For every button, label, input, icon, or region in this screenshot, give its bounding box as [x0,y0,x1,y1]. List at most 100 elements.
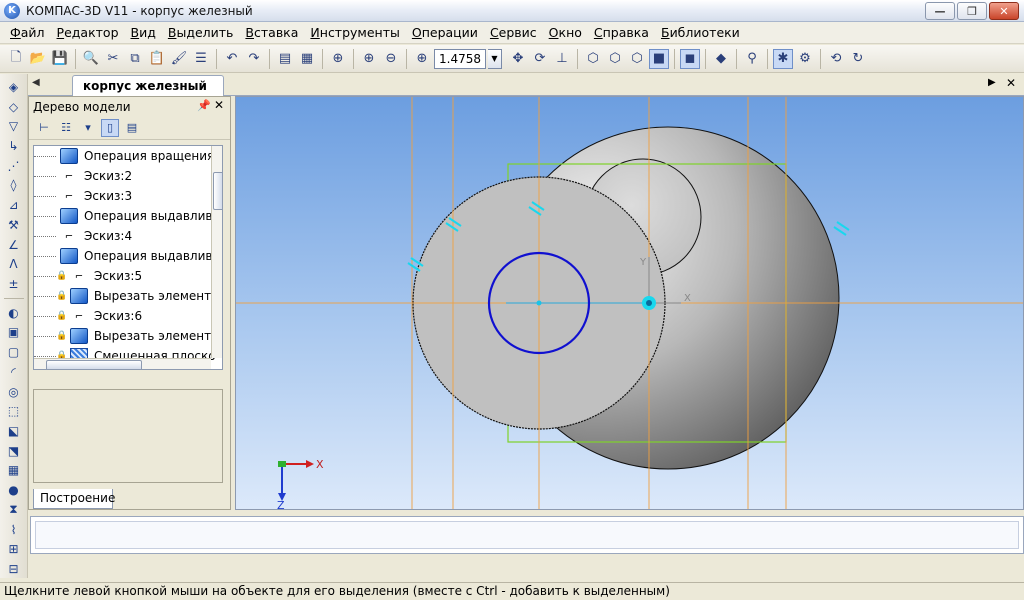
shaded-icon[interactable]: ■ [649,48,669,69]
undo-icon[interactable]: ↶ [222,49,242,69]
tree-hscroll-thumb[interactable] [46,360,142,369]
snap-icon[interactable]: ✱ [773,48,793,69]
paste-icon[interactable]: 📋 [147,49,167,69]
save-icon[interactable]: 💾 [50,49,70,69]
hammer-icon[interactable]: ⚒ [4,216,24,234]
tree-item[interactable]: Операция выдавлива [34,206,222,226]
orientation-icon[interactable]: ⊥ [552,49,572,69]
manager-icon[interactable]: ▤ [275,49,295,69]
zoom-out-icon[interactable]: ⊖ [381,49,401,69]
tree-item[interactable]: ⌐ Эскиз:2 [34,166,222,186]
command-input-area[interactable] [35,521,1019,549]
parametric-icon[interactable]: ± [4,275,24,293]
rebuild-icon[interactable]: ⟲ [826,49,846,69]
print-preview-icon[interactable]: 🔍 [81,49,101,69]
open-icon[interactable]: 📂 [28,49,48,69]
tree-item[interactable]: 🔒 Вырезать элемент в [34,286,222,306]
filter-objects-icon[interactable]: ▽ [4,117,24,135]
format-brush-icon[interactable]: 🖌 [169,49,189,69]
tree-horizontal-scrollbar[interactable] [34,358,211,369]
tree-dropdown-icon[interactable]: ▾ [79,119,97,137]
shell-icon[interactable]: ⬚ [4,402,24,420]
assembly-icon[interactable]: ⊟ [4,560,24,578]
filter-icon[interactable]: ⚲ [742,49,762,69]
tree-item[interactable]: Операция выдавлива [34,246,222,266]
wireframe-icon[interactable]: ⬡ [583,49,603,69]
tree-item[interactable]: 🔒 ⌐ Эскиз:6 [34,306,222,326]
zoom-scale-icon[interactable]: ⊕ [412,49,432,69]
close-tab-icon[interactable]: ✕ [1006,76,1016,90]
points-icon[interactable]: ⋰ [4,157,24,175]
draft-icon[interactable]: ⬕ [4,422,24,440]
menu-insert[interactable]: Вставка [239,23,304,43]
library-manager-icon[interactable]: ▦ [297,49,317,69]
tree-item[interactable]: Операция вращения: [34,146,222,166]
tab-scroll-left-icon[interactable]: ◀ [32,77,40,88]
tree-view-mode-icon[interactable]: ▯ [101,118,119,137]
surfaces-icon[interactable]: ◊ [4,177,24,195]
redo-icon[interactable]: ↷ [244,49,264,69]
mirror-icon[interactable]: ⧗ [4,501,24,519]
menu-window[interactable]: Окно [543,23,588,43]
hole-icon[interactable]: ◎ [4,383,24,401]
cut-extrude-icon[interactable]: ▢ [4,343,24,361]
array-icon[interactable]: ▦ [4,462,24,480]
zoom-window-icon[interactable]: ⊕ [328,49,348,69]
menu-help[interactable]: Справка [588,23,655,43]
constraints-icon[interactable]: ∠ [4,236,24,254]
tree-structure-icon[interactable]: ⊢ [35,119,53,137]
tab-construction[interactable]: Построение [33,489,115,509]
tab-document[interactable]: корпус железный [72,75,224,96]
menu-libraries[interactable]: Библиотеки [655,23,746,43]
tree-scroll-thumb[interactable] [213,172,222,210]
hidden-lines-thin-icon[interactable]: ⬡ [627,49,647,69]
menu-operations[interactable]: Операции [406,23,484,43]
rotation-op-icon[interactable]: ◐ [4,304,24,322]
cut-icon[interactable]: ✂ [103,49,123,69]
pin-icon[interactable]: 📌 [197,99,211,112]
close-window-button[interactable]: ✕ [989,2,1019,20]
properties-icon[interactable]: ☰ [191,49,211,69]
menu-service[interactable]: Сервис [484,23,543,43]
close-panel-icon[interactable]: ✕ [214,98,224,112]
new-document-icon[interactable]: 🗋 [6,49,26,69]
sphere-icon[interactable]: ● [4,481,24,499]
tree-item[interactable]: 🔒 ⌐ Эскиз:5 [34,266,222,286]
menu-file[interactable]: Файл [4,23,51,43]
measure-icon[interactable]: ↳ [4,137,24,155]
tree-props-icon[interactable]: ▤ [123,119,141,137]
tree-order-icon[interactable]: ☷ [57,119,75,137]
tree-item[interactable]: ⌐ Эскиз:4 [34,226,222,246]
hidden-lines-icon[interactable]: ⬡ [605,49,625,69]
thread-icon[interactable]: ⌇ [4,521,24,539]
zoom-dropdown-icon[interactable]: ▼ [488,48,502,69]
fillet-icon[interactable]: ◜ [4,363,24,381]
model-viewport[interactable]: X Y X Z [235,96,1024,510]
minimize-button[interactable]: — [925,2,955,20]
tree-item[interactable]: ⌐ Эскиз:3 [34,186,222,206]
parametrization-icon[interactable]: ⚙ [795,49,815,69]
menu-view[interactable]: Вид [125,23,162,43]
model-scene[interactable]: X Y X Z [236,97,1024,510]
copy-icon[interactable]: ⧉ [125,49,145,69]
maximize-button[interactable]: ❐ [957,2,987,20]
rib-icon[interactable]: ⬔ [4,442,24,460]
insert-component-icon[interactable]: ⊞ [4,540,24,558]
tab-scroll-right-icon[interactable]: ▶ [988,77,996,88]
menu-editor[interactable]: Редактор [51,23,125,43]
edit-details-icon[interactable]: ◈ [4,78,24,96]
perspective-icon[interactable]: ◆ [711,49,731,69]
menu-tools[interactable]: Инструменты [304,23,405,43]
shaded-edges-icon[interactable]: ◼ [680,48,700,69]
spatial-curves-icon[interactable]: ◇ [4,98,24,116]
menu-select[interactable]: Выделить [162,23,240,43]
refresh-icon[interactable]: ↻ [848,49,868,69]
symbols-icon[interactable]: Λ [4,255,24,273]
zoom-scale-input[interactable] [434,48,486,69]
extrude-op-icon[interactable]: ▣ [4,324,24,342]
dimensions-icon[interactable]: ⊿ [4,196,24,214]
zoom-in-icon[interactable]: ⊕ [359,49,379,69]
tree-vertical-scrollbar[interactable] [211,146,222,358]
pan-icon[interactable]: ✥ [508,49,528,69]
rotate-icon[interactable]: ⟳ [530,49,550,69]
